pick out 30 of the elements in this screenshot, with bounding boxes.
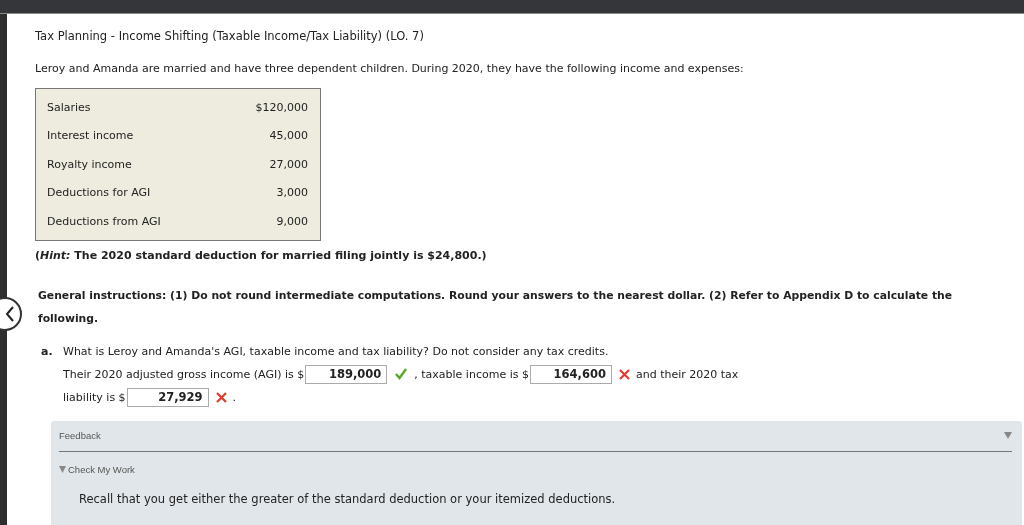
table-cell: Interest income: [47, 129, 134, 143]
answer-text: liability is $: [63, 389, 126, 406]
feedback-title: Feedback: [59, 429, 101, 441]
intro-text: Leroy and Amanda are married and have three dependent children. During 2020, they have the following income and expenses:: [35, 62, 745, 75]
chevron-left-icon: [5, 306, 15, 322]
hint-text: (Hint: The 2020 standard deduction for married filing jointly is $24,800.): [35, 248, 488, 262]
answer-text: .: [232, 389, 237, 406]
table-cell: 27,000: [269, 157, 308, 171]
table-cell: Deductions from AGI: [47, 214, 161, 228]
table-cell: 45,000: [269, 129, 308, 143]
table-cell: Salaries: [47, 100, 91, 114]
table-cell: 9,000: [276, 214, 308, 228]
collapse-icon[interactable]: [1004, 430, 1012, 439]
table-cell: Deductions for AGI: [47, 186, 151, 200]
table-cell: 3,000: [276, 186, 308, 200]
answer-text: Their 2020 adjusted gross income (AGI) is $: [63, 366, 305, 383]
instructions-text: General instructions: (1) Do not round intermediate computations. Round your answers to the nearest dollar. (2) Refer to Appendix D to calculate the following.: [38, 287, 954, 327]
question-marker: a.: [41, 343, 54, 360]
answer-field[interactable]: 27,929: [126, 387, 209, 407]
table-cell: $120,000: [255, 100, 308, 114]
expand-triangle-icon: [59, 465, 66, 473]
check-my-work-toggle[interactable]: Check My Work: [59, 463, 135, 475]
feedback-text: Recall that you get either the greater of the standard deduction or your itemized deductions.: [79, 491, 617, 506]
question-title: Tax Planning - Income Shifting (Taxable Income/Tax Liability) (LO. 7): [35, 29, 425, 43]
answer-field[interactable]: 189,000: [305, 364, 388, 384]
answer-text: and their 2020 tax: [635, 366, 739, 383]
answer-field[interactable]: 164,600: [529, 364, 612, 384]
answer-text: , taxable income is $: [414, 366, 529, 383]
question-text: What is Leroy and Amanda's AGI, taxable income and tax liability? Do not consider any tax credits.: [63, 343, 610, 360]
table-cell: Royalty income: [47, 157, 132, 171]
